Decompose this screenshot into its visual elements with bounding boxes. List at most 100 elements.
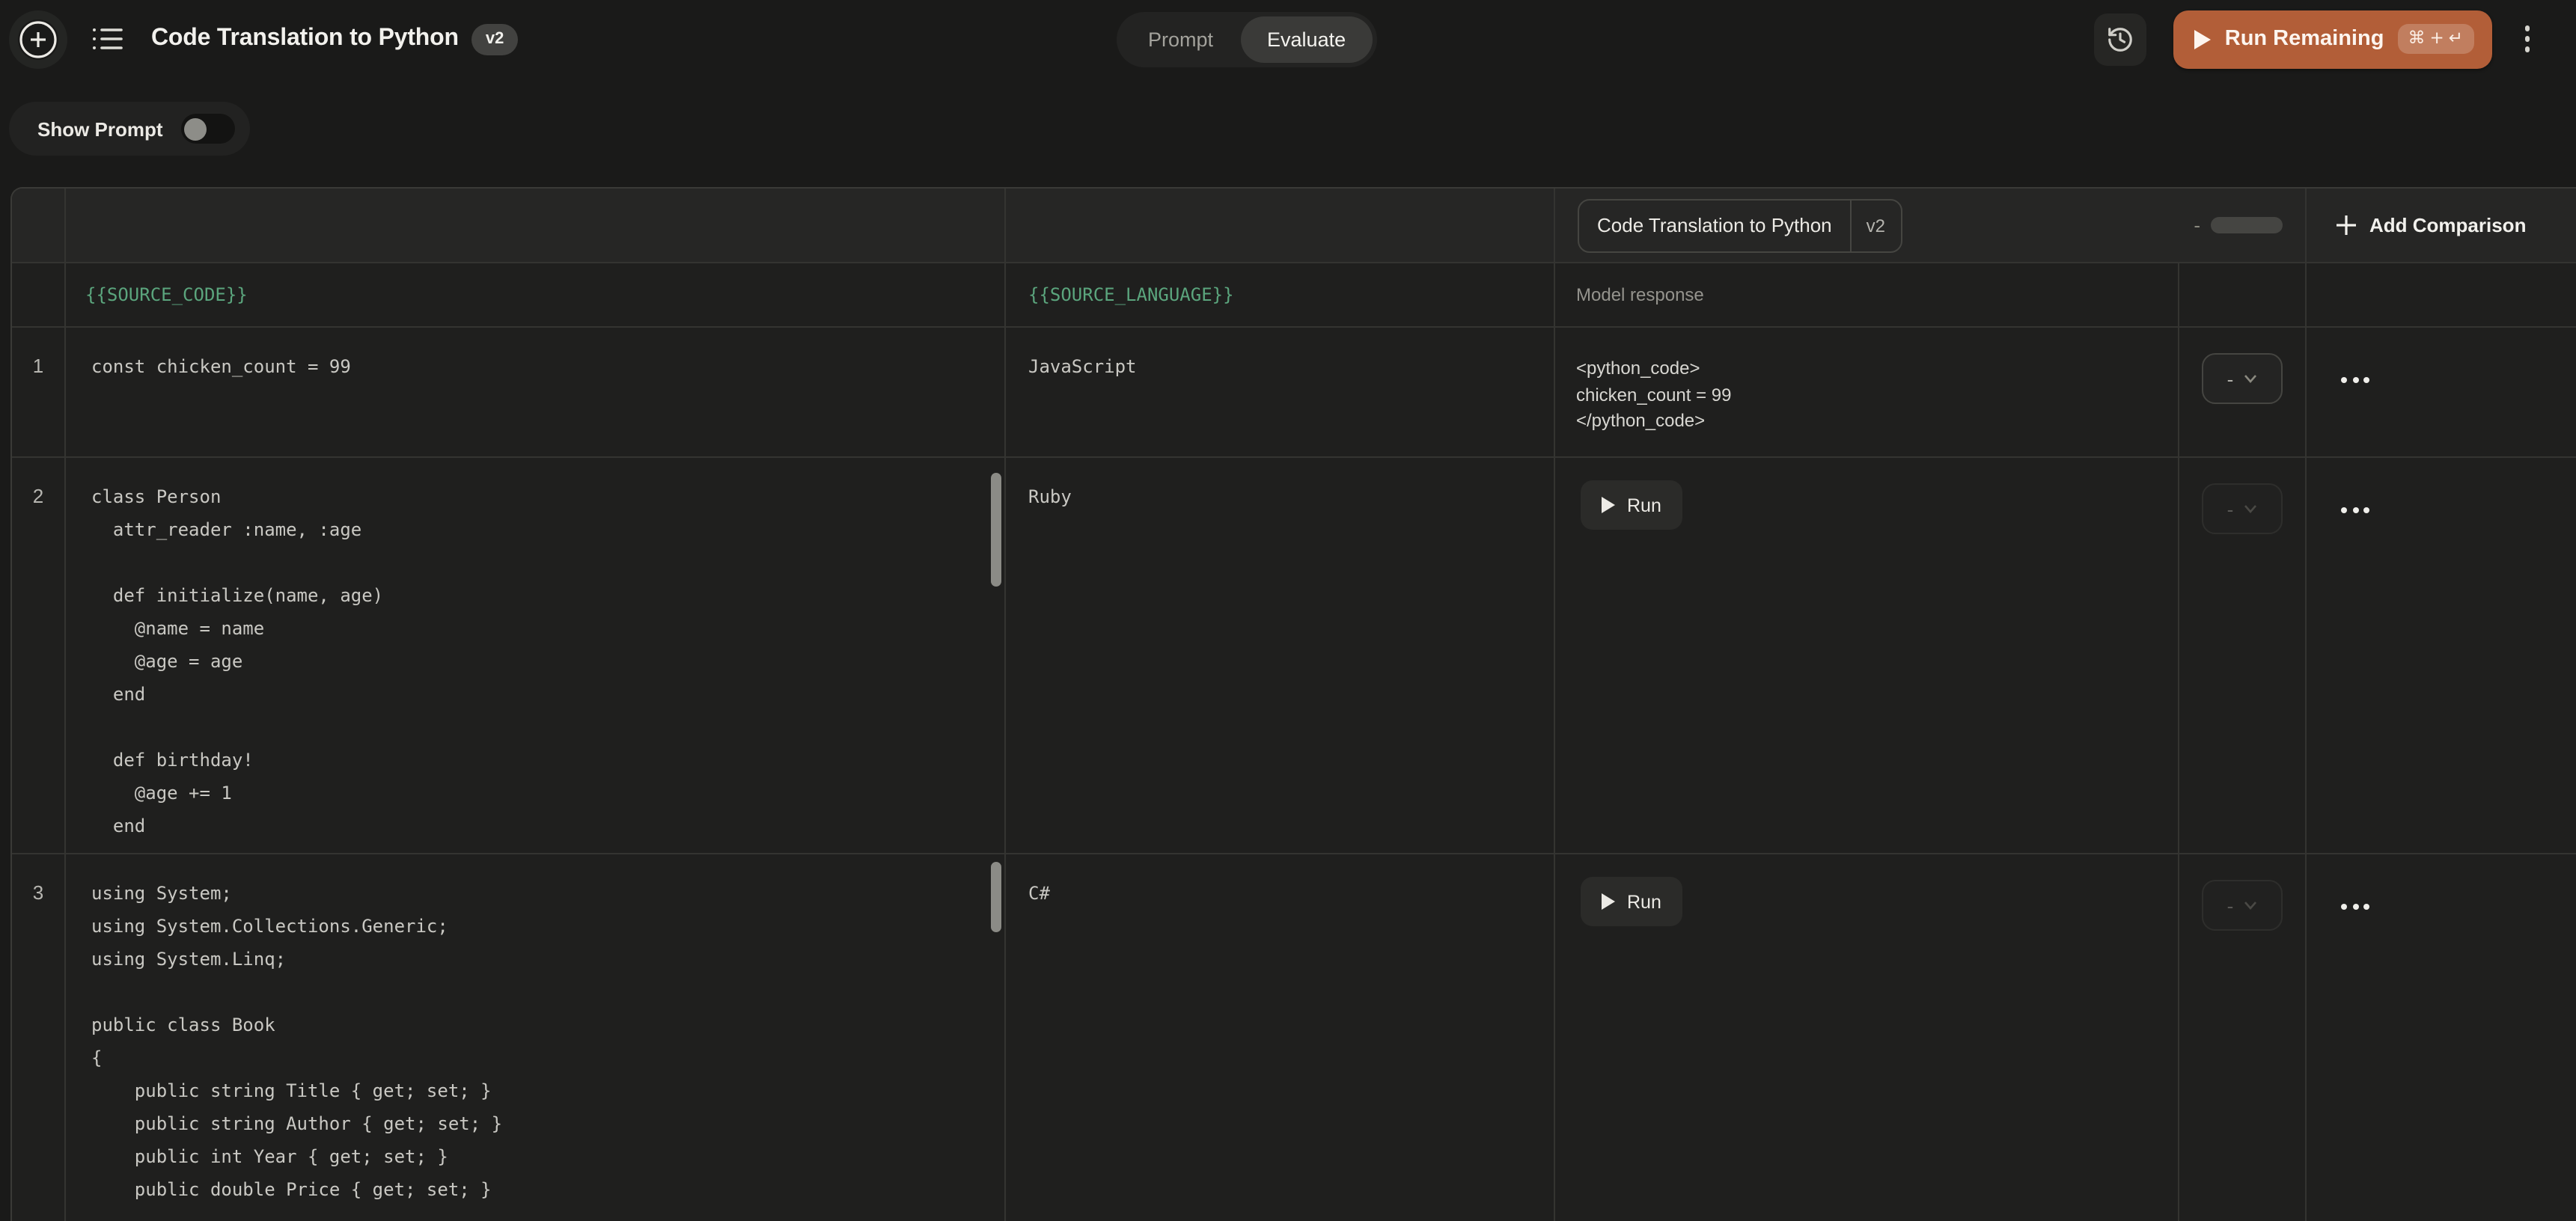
row-number: 2 bbox=[12, 458, 66, 853]
enter-key-icon: ↵ bbox=[2449, 31, 2463, 48]
cmd-key-icon: ⌘ bbox=[2408, 31, 2425, 48]
score-progress-bar bbox=[2211, 217, 2283, 233]
aggregate-score-placeholder: - bbox=[2194, 214, 2200, 236]
source-language-cell[interactable]: Ruby bbox=[1006, 458, 1555, 853]
show-prompt-control[interactable]: Show Prompt bbox=[9, 102, 250, 156]
variable-num-cell bbox=[12, 263, 66, 326]
workbench-evaluate-page: Code Translation to Python v2 Prompt Eva… bbox=[0, 0, 2576, 1221]
source-code-variable-label: {{SOURCE_CODE}} bbox=[66, 284, 248, 305]
score-value: - bbox=[2227, 894, 2234, 916]
model-response-value: <python_code> chicken_count = 99 </pytho… bbox=[1555, 328, 2178, 435]
cell-scrollbar-thumb[interactable] bbox=[991, 862, 1001, 932]
play-icon bbox=[2195, 29, 2212, 49]
variable-source-language: {{SOURCE_LANGUAGE}} bbox=[1006, 263, 1555, 326]
row-menu-button[interactable] bbox=[2332, 368, 2378, 392]
chevron-down-icon bbox=[2244, 901, 2257, 910]
header-code-cell bbox=[66, 189, 1006, 262]
mode-tabs: Prompt Evaluate bbox=[1117, 12, 1377, 67]
model-version-pill[interactable]: Code Translation to Python v2 bbox=[1578, 198, 1902, 252]
run-remaining-button[interactable]: Run Remaining ⌘ + ↵ bbox=[2174, 10, 2491, 68]
play-icon bbox=[1602, 497, 1615, 513]
source-code-cell[interactable]: using System; using System.Collections.G… bbox=[66, 854, 1006, 1221]
version-badge: v2 bbox=[472, 23, 518, 55]
header-num-cell bbox=[12, 189, 66, 262]
source-code-value: using System; using System.Collections.G… bbox=[66, 854, 1004, 1221]
table-row: 1 const chicken_count = 99 JavaScript <p… bbox=[12, 328, 2576, 458]
table-row: 3 using System; using System.Collections… bbox=[12, 854, 2576, 1221]
list-icon bbox=[91, 25, 124, 52]
table-row: 2 class Person attr_reader :name, :age d… bbox=[12, 458, 2576, 854]
actions-cell bbox=[2307, 328, 2576, 456]
run-button-label: Run bbox=[1627, 891, 1661, 912]
model-response-cell: Run bbox=[1555, 458, 2179, 853]
cell-scrollbar-thumb[interactable] bbox=[991, 473, 1001, 587]
score-dropdown-disabled: - bbox=[2202, 880, 2283, 931]
overflow-menu-button[interactable] bbox=[2518, 20, 2536, 58]
tab-prompt[interactable]: Prompt bbox=[1121, 16, 1240, 63]
model-pill-name: Code Translation to Python bbox=[1579, 200, 1852, 251]
source-code-value: const chicken_count = 99 bbox=[66, 328, 1004, 398]
history-icon bbox=[2107, 25, 2135, 53]
run-row-button[interactable]: Run bbox=[1581, 480, 1682, 530]
new-prompt-button[interactable] bbox=[18, 19, 58, 59]
source-code-value: class Person attr_reader :name, :age def… bbox=[66, 458, 1004, 853]
ellipsis-icon bbox=[2341, 507, 2347, 513]
source-code-cell[interactable]: class Person attr_reader :name, :age def… bbox=[66, 458, 1006, 853]
run-row-button[interactable]: Run bbox=[1581, 877, 1682, 926]
row-number: 1 bbox=[12, 328, 66, 456]
score-cell: - bbox=[2179, 458, 2307, 853]
score-value: - bbox=[2227, 367, 2234, 390]
kebab-icon bbox=[2524, 26, 2530, 31]
row-number: 3 bbox=[12, 854, 66, 1221]
score-cell: - bbox=[2179, 328, 2307, 456]
score-dropdown[interactable]: - bbox=[2202, 353, 2283, 404]
source-language-value: Ruby bbox=[1006, 458, 1554, 513]
show-prompt-label: Show Prompt bbox=[37, 117, 163, 140]
source-language-value: C# bbox=[1006, 854, 1554, 910]
run-button-label: Run bbox=[1627, 495, 1661, 515]
history-button[interactable] bbox=[2095, 13, 2147, 65]
source-language-cell[interactable]: C# bbox=[1006, 854, 1555, 1221]
variable-model-response: Model response bbox=[1555, 263, 2179, 326]
source-language-cell[interactable]: JavaScript bbox=[1006, 328, 1555, 456]
page-title: Code Translation to Python bbox=[151, 25, 459, 52]
actions-cell bbox=[2307, 458, 2576, 853]
top-bar-actions: Run Remaining ⌘ + ↵ bbox=[2095, 0, 2576, 78]
source-code-cell[interactable]: const chicken_count = 99 bbox=[66, 328, 1006, 456]
show-prompt-toggle[interactable] bbox=[181, 114, 235, 144]
model-response-label: Model response bbox=[1555, 284, 1704, 305]
model-response-cell[interactable]: <python_code> chicken_count = 99 </pytho… bbox=[1555, 328, 2179, 456]
header-add-comparison-cell: Add Comparison bbox=[2307, 189, 2576, 262]
variable-actions-cell bbox=[2307, 263, 2576, 326]
score-value: - bbox=[2227, 498, 2234, 520]
row-menu-button[interactable] bbox=[2332, 498, 2378, 522]
top-bar: Code Translation to Python v2 Prompt Eva… bbox=[0, 0, 2576, 78]
add-comparison-button[interactable]: Add Comparison bbox=[2307, 189, 2526, 262]
table-variable-row: {{SOURCE_CODE}} {{SOURCE_LANGUAGE}} Mode… bbox=[12, 263, 2576, 328]
header-model-cell: Code Translation to Python v2 - bbox=[1555, 189, 2307, 262]
ellipsis-icon bbox=[2341, 377, 2347, 383]
row-menu-button[interactable] bbox=[2332, 895, 2378, 919]
plus-separator: + bbox=[2429, 31, 2444, 48]
model-response-cell: Run bbox=[1555, 854, 2179, 1221]
model-pill-version: v2 bbox=[1852, 200, 1900, 251]
actions-cell bbox=[2307, 854, 2576, 1221]
add-comparison-label: Add Comparison bbox=[2369, 214, 2526, 236]
source-language-variable-label: {{SOURCE_LANGUAGE}} bbox=[1006, 284, 1234, 305]
ellipsis-icon bbox=[2341, 904, 2347, 910]
score-dropdown-disabled: - bbox=[2202, 483, 2283, 534]
header-lang-cell bbox=[1006, 189, 1555, 262]
plus-icon bbox=[2335, 214, 2357, 236]
chevron-down-icon bbox=[2244, 504, 2257, 513]
variable-score-cell bbox=[2179, 263, 2307, 326]
toggle-knob bbox=[185, 117, 207, 140]
tab-evaluate[interactable]: Evaluate bbox=[1240, 16, 1373, 63]
table-model-header-row: Code Translation to Python v2 - Add Comp… bbox=[12, 189, 2576, 263]
source-language-value: JavaScript bbox=[1006, 328, 1554, 383]
score-cell: - bbox=[2179, 854, 2307, 1221]
variable-source-code: {{SOURCE_CODE}} bbox=[66, 263, 1006, 326]
run-remaining-label: Run Remaining bbox=[2225, 27, 2384, 51]
chevron-down-icon bbox=[2244, 374, 2257, 383]
plus-circle-icon bbox=[18, 19, 58, 59]
prompt-list-button[interactable] bbox=[91, 25, 124, 52]
